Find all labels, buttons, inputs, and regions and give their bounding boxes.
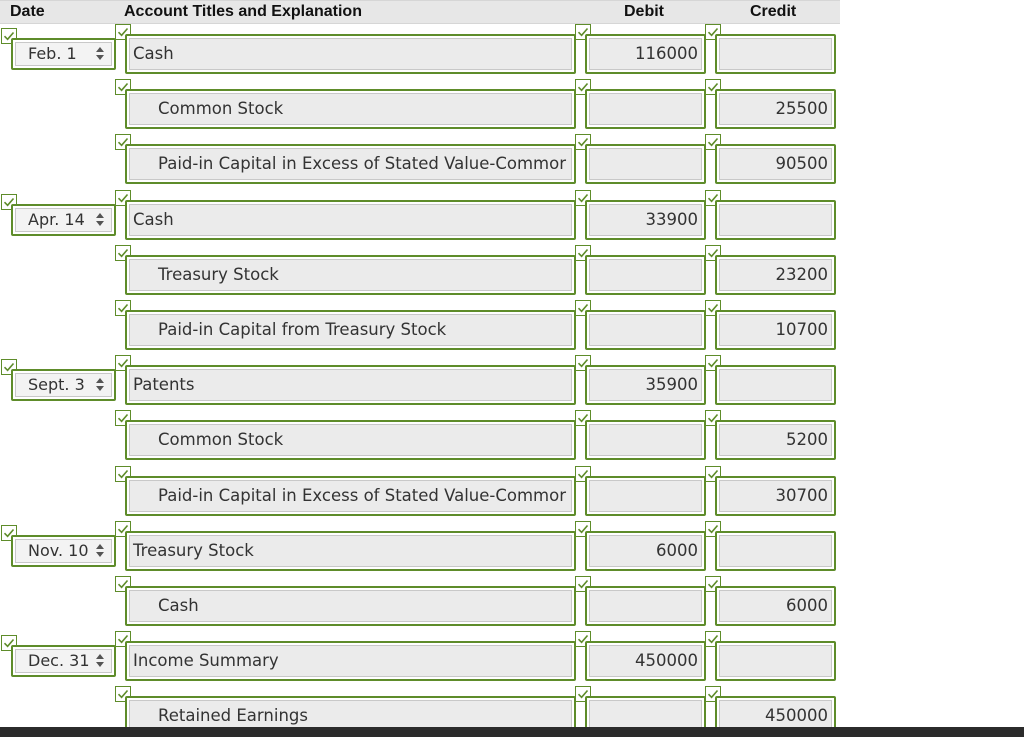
journal-rows: Feb. 1 Cash 116000 Common Stock 25500 Pa…	[0, 0, 1024, 727]
journal-row: Cash 6000	[0, 552, 1024, 626]
journal-row: Paid-in Capital from Treasury Stock 1070…	[0, 276, 1024, 350]
journal-row: Nov. 10 Treasury Stock 6000	[0, 497, 1024, 571]
debit-input[interactable]	[585, 696, 706, 727]
account-title-input[interactable]: Retained Earnings	[125, 696, 576, 727]
credit-value: 450000	[719, 700, 832, 727]
header-account: Account Titles and Explanation	[124, 3, 362, 20]
bottom-bar	[0, 727, 1024, 737]
journal-row: Common Stock 5200	[0, 386, 1024, 461]
debit-value	[589, 700, 702, 727]
table-header: Date Account Titles and Explanation Debi…	[0, 0, 840, 24]
credit-input[interactable]: 450000	[715, 696, 836, 727]
journal-row: Common Stock 25500	[0, 55, 1024, 130]
header-debit: Debit	[624, 3, 664, 20]
journal-row: Paid-in Capital in Excess of Stated Valu…	[0, 442, 1024, 516]
journal-row: Retained Earnings 450000	[0, 662, 1024, 727]
journal-row: Sept. 3 Patents 35900	[0, 331, 1024, 406]
account-title-value: Retained Earnings	[129, 700, 572, 727]
journal-row: Dec. 31 Income Summary 450000	[0, 607, 1024, 682]
header-date: Date	[10, 3, 45, 20]
header-credit: Credit	[750, 3, 797, 20]
journal-row: Apr. 14 Cash 33900	[0, 166, 1024, 240]
journal-entry-page: Feb. 1 Cash 116000 Common Stock 25500 Pa…	[0, 0, 1024, 737]
journal-row: Treasury Stock 23200	[0, 221, 1024, 295]
journal-row: Paid-in Capital in Excess of Stated Valu…	[0, 110, 1024, 185]
